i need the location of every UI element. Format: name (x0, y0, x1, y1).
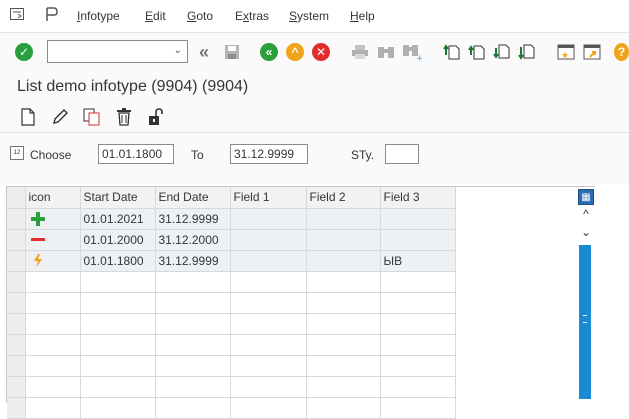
cancel-icon[interactable]: ✕ (311, 42, 331, 62)
lock-icon[interactable] (146, 107, 166, 127)
menu-help[interactable]: Help (350, 9, 375, 23)
end-date-cell: 31.12.2000 (155, 229, 231, 251)
change-icon[interactable] (50, 107, 70, 127)
command-field[interactable]: ⌄ (47, 40, 188, 63)
column-header[interactable]: Field 1 (230, 187, 307, 209)
field1-cell (230, 208, 307, 230)
menu-system[interactable]: System (289, 9, 329, 23)
empty-row (7, 376, 555, 398)
field3-cell (380, 229, 456, 251)
start-date-cell: 01.01.1800 (80, 250, 156, 272)
field2-cell (306, 208, 381, 230)
help-icon[interactable]: ? (612, 42, 629, 62)
save-icon[interactable] (222, 42, 242, 62)
table-row[interactable]: 01.01.2000 31.12.2000 (7, 229, 555, 251)
delete-icon[interactable] (114, 107, 134, 127)
menu-infotype[interactable]: Infotype (77, 9, 120, 23)
empty-row (7, 271, 555, 293)
column-header[interactable]: Field 3 (380, 187, 456, 209)
infotype-list-grid: icon Start Date End Date Field 1 Field 2… (6, 186, 595, 419)
first-page-icon[interactable] (442, 42, 462, 62)
find-next-icon[interactable]: + (402, 42, 422, 62)
next-page-icon[interactable] (492, 42, 512, 62)
from-date-field[interactable]: 01.01.1800 (98, 144, 174, 164)
menu-edit[interactable]: Edit (145, 9, 166, 23)
last-page-icon[interactable] (517, 42, 537, 62)
menu-goto[interactable]: Goto (187, 9, 213, 23)
chevron-down-icon[interactable]: ⌄ (174, 45, 182, 56)
title-area: List demo infotype (9904) (9904) (0, 74, 629, 104)
start-date-cell: 01.01.2021 (80, 208, 156, 230)
scroll-thumb[interactable] (579, 245, 591, 399)
vertical-scrollbar[interactable]: ▦ ^ ⌄ (577, 187, 595, 404)
system-toolbar: ✓ ⌄ « « ^ ✕ + ★ ? (0, 32, 629, 74)
row-selector[interactable] (7, 208, 26, 230)
empty-row (7, 397, 555, 419)
find-icon[interactable] (376, 42, 396, 62)
column-header[interactable]: End Date (155, 187, 231, 209)
start-date-cell: 01.01.2000 (80, 229, 156, 251)
sap-menu-icon[interactable] (10, 8, 24, 20)
empty-area (455, 187, 555, 208)
scroll-down-icon[interactable]: ⌄ (577, 225, 595, 239)
back-icon[interactable]: « (259, 42, 279, 62)
end-date-cell: 31.12.9999 (155, 208, 231, 230)
shortcut-icon[interactable] (582, 42, 602, 62)
table-row[interactable]: 01.01.2021 31.12.9999 (7, 208, 555, 230)
menu-bar: Infotype Edit Goto Extras System Help (0, 0, 629, 32)
column-header[interactable]: Field 2 (306, 187, 381, 209)
row-icon-cell (25, 208, 81, 230)
field2-cell (306, 229, 381, 251)
create-icon[interactable] (18, 107, 38, 127)
sap-logo-icon[interactable] (45, 7, 59, 22)
column-header[interactable]: icon (25, 187, 81, 209)
exit-icon[interactable]: ^ (285, 42, 305, 62)
to-label: To (191, 148, 204, 162)
lightning-icon (33, 253, 42, 268)
back-double-icon[interactable]: « (194, 42, 214, 62)
data-table: icon Start Date End Date Field 1 Field 2… (7, 187, 555, 419)
subtype-field[interactable] (385, 144, 419, 164)
field3-cell (380, 208, 456, 230)
table-row[interactable]: 01.01.1800 31.12.9999 ЫВ (7, 250, 555, 272)
calendar-icon: 12 (10, 146, 24, 160)
row-selector[interactable] (7, 250, 26, 272)
row-icon-cell (25, 229, 81, 251)
row-icon-cell (25, 250, 81, 272)
period-selection: 12 Choose 01.01.1800 To 31.12.9999 STy. (0, 132, 629, 184)
select-all-cell[interactable] (7, 187, 26, 209)
previous-page-icon[interactable] (467, 42, 487, 62)
field3-cell: ЫВ (380, 250, 456, 272)
subtype-label: STy. (351, 148, 375, 162)
menu-extras[interactable]: Extras (235, 9, 269, 23)
column-layout-icon[interactable]: ▦ (578, 189, 594, 205)
end-date-cell: 31.12.9999 (155, 250, 231, 272)
field2-cell (306, 250, 381, 272)
minus-icon (30, 237, 45, 241)
page-title: List demo infotype (9904) (9904) (17, 78, 249, 95)
svg-text:★: ★ (561, 51, 569, 61)
empty-row (7, 334, 555, 356)
field1-cell (230, 229, 307, 251)
empty-row (7, 292, 555, 314)
scroll-up-icon[interactable]: ^ (577, 207, 595, 221)
header-row: icon Start Date End Date Field 1 Field 2… (7, 187, 555, 209)
empty-row (7, 355, 555, 377)
copy-icon[interactable] (82, 107, 102, 127)
row-selector[interactable] (7, 229, 26, 251)
to-date-field[interactable]: 31.12.9999 (230, 144, 308, 164)
choose-label: Choose (30, 148, 72, 162)
new-session-icon[interactable]: ★ (556, 42, 576, 62)
column-header[interactable]: Start Date (80, 187, 156, 209)
print-icon[interactable] (350, 42, 370, 62)
empty-row (7, 313, 555, 335)
svg-text:+: + (416, 54, 422, 61)
plus-icon (30, 211, 45, 226)
application-toolbar (0, 102, 629, 132)
enter-icon[interactable]: ✓ (14, 42, 34, 62)
field1-cell (230, 250, 307, 272)
